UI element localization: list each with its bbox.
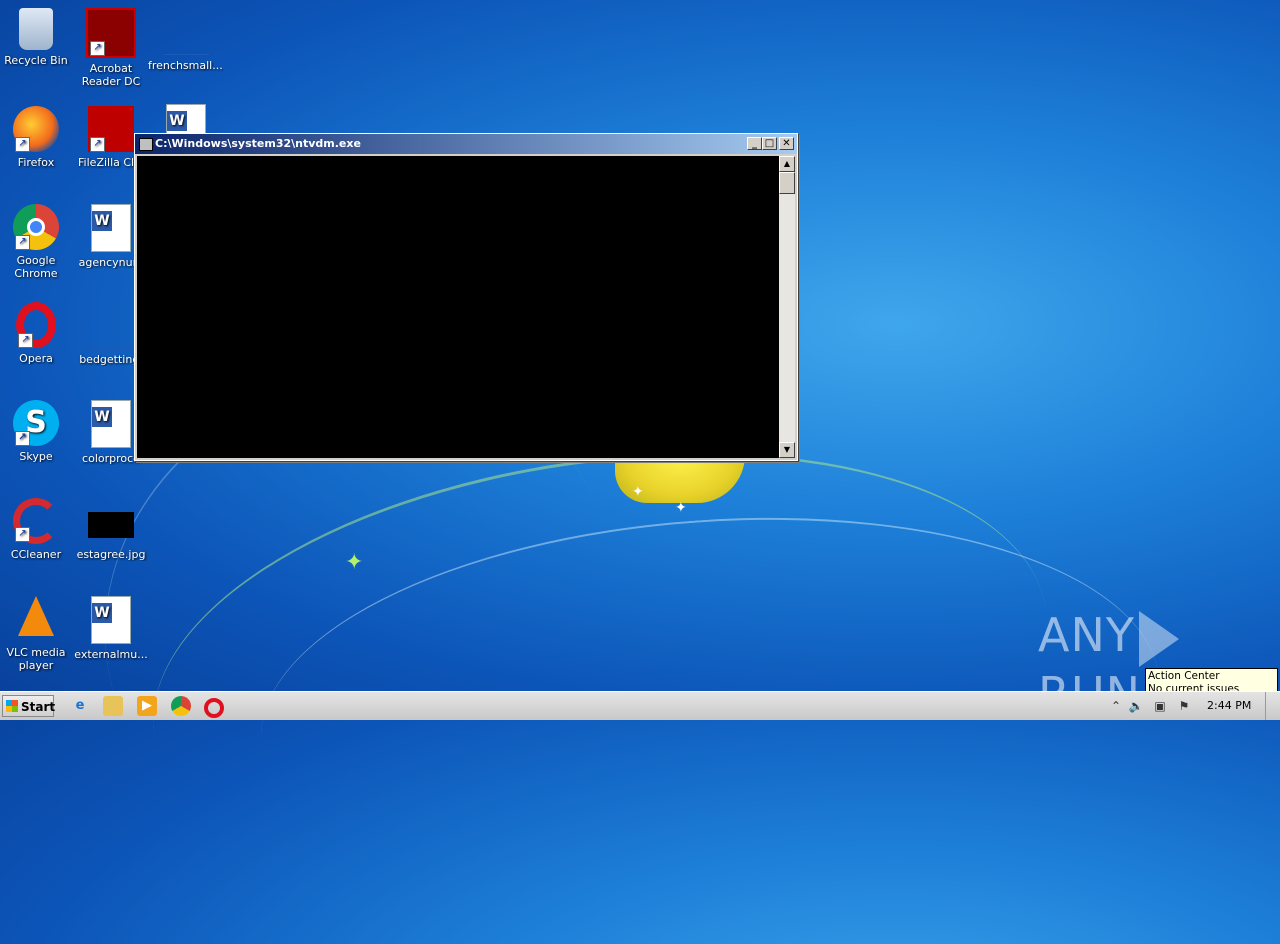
start-label: Start xyxy=(21,700,56,714)
scrollbar-thumb[interactable] xyxy=(779,172,795,194)
file-icon xyxy=(88,328,134,349)
desktop-icon-label: externalmu... xyxy=(74,648,148,661)
skype-icon: S ↗ xyxy=(13,400,59,446)
console-system-icon[interactable] xyxy=(139,138,153,151)
desktop-icon-acrobat[interactable]: ↗ Acrobat Reader DC xyxy=(73,8,149,88)
desktop-icon-label: estagree.jpg xyxy=(76,548,146,561)
console-output-area[interactable] xyxy=(137,156,779,458)
opera-icon[interactable] xyxy=(204,698,224,718)
desktop-icon-estagree[interactable]: estagree.jpg xyxy=(73,498,149,561)
internet-explorer-icon[interactable]: e xyxy=(70,696,90,716)
shortcut-arrow-icon: ↗ xyxy=(15,137,30,152)
desktop-icon-label: Recycle Bin xyxy=(4,54,68,67)
close-button[interactable]: ✕ xyxy=(779,137,794,150)
filezilla-icon: ↗ xyxy=(88,106,134,152)
desktop-icon-label: Google Chrome xyxy=(14,254,58,280)
vlc-icon xyxy=(18,596,54,636)
opera-icon: ↗ xyxy=(16,302,56,348)
word-doc-icon: W xyxy=(91,204,131,252)
desktop-icon-vlc[interactable]: VLC media player xyxy=(0,596,74,672)
start-button[interactable]: Start xyxy=(2,695,56,717)
vertical-scrollbar[interactable]: ▲ ▼ xyxy=(779,156,795,458)
minimize-button[interactable]: _ xyxy=(747,137,762,150)
scroll-down-icon[interactable]: ▼ xyxy=(779,442,795,458)
desktop-icon-firefox[interactable]: ↗ Firefox xyxy=(0,106,74,169)
clock[interactable]: 2:44 PM xyxy=(1207,699,1251,712)
desktop-icon-recycle-bin[interactable]: Recycle Bin xyxy=(0,8,74,67)
ntvdm-console-window[interactable]: C:\Windows\system32\ntvdm.exe _ □ ✕ ▲ ▼ xyxy=(134,133,798,461)
scroll-up-icon[interactable]: ▲ xyxy=(779,156,795,172)
shortcut-arrow-icon: ↗ xyxy=(90,41,105,56)
desktop-icon-label: CCleaner xyxy=(10,548,62,561)
wallpaper-sparkle: ✦ xyxy=(345,550,364,575)
firefox-icon: ↗ xyxy=(13,106,59,152)
volume-icon[interactable]: 🔈 xyxy=(1128,698,1144,714)
wallpaper-sparkle: ✦ xyxy=(675,500,687,516)
ccleaner-icon: ↗ xyxy=(13,498,59,544)
desktop-icon-opera[interactable]: ↗ Opera xyxy=(0,302,74,365)
window-title: C:\Windows\system32\ntvdm.exe xyxy=(155,137,361,150)
desktop-icon-externalmu[interactable]: W externalmu... xyxy=(73,596,149,661)
shortcut-arrow-icon: ↗ xyxy=(90,137,105,152)
word-doc-icon: W xyxy=(91,596,131,644)
desktop-icon-skype[interactable]: S ↗ Skype xyxy=(0,400,74,463)
shortcut-arrow-icon: ↗ xyxy=(15,235,30,250)
media-player-icon[interactable]: ▶ xyxy=(137,696,157,716)
recycle-bin-icon xyxy=(19,8,53,50)
show-hidden-icons-icon[interactable]: ⌃ xyxy=(1108,698,1124,714)
desktop-icon-label: Opera xyxy=(19,352,53,365)
taskbar: Start e ▶ ⌃ 🔈 ▣ ⚑ 2:44 PM xyxy=(0,691,1280,720)
network-icon[interactable]: ▣ xyxy=(1152,698,1168,714)
acrobat-icon: ↗ xyxy=(86,8,136,58)
shortcut-arrow-icon: ↗ xyxy=(15,527,30,542)
maximize-button[interactable]: □ xyxy=(762,137,777,150)
window-titlebar[interactable]: C:\Windows\system32\ntvdm.exe _ □ ✕ xyxy=(135,134,797,154)
file-icon xyxy=(163,34,209,55)
tooltip-title: Action Center xyxy=(1148,670,1220,682)
desktop-icon-label: VLC media player xyxy=(6,646,66,672)
image-file-icon xyxy=(88,512,134,538)
desktop-icon-frenchsmall[interactable]: frenchsmall.... xyxy=(148,8,224,72)
desktop-icon-label: frenchsmall.... xyxy=(148,59,224,72)
desktop-icon-label: Firefox xyxy=(17,156,55,169)
chrome-icon: ↗ xyxy=(13,204,59,250)
explorer-folder-icon[interactable] xyxy=(103,696,123,716)
shortcut-arrow-icon: ↗ xyxy=(15,431,30,446)
chrome-icon[interactable] xyxy=(171,696,191,716)
play-icon xyxy=(1138,610,1179,667)
desktop-icon-ccleaner[interactable]: ↗ CCleaner xyxy=(0,498,74,561)
shortcut-arrow-icon: ↗ xyxy=(18,333,33,348)
windows-logo-icon xyxy=(6,700,18,712)
desktop-icon-chrome[interactable]: ↗ Google Chrome xyxy=(0,204,74,280)
desktop-icon-label: Acrobat Reader DC xyxy=(81,62,141,88)
desktop-icon-label: Skype xyxy=(19,450,53,463)
wallpaper-sparkle: ✦ xyxy=(632,484,644,500)
watermark-text-left: ANY xyxy=(1038,608,1135,662)
word-doc-icon: W xyxy=(91,400,131,448)
show-desktop-button[interactable] xyxy=(1265,692,1280,720)
action-center-flag-icon[interactable]: ⚑ xyxy=(1176,698,1192,714)
